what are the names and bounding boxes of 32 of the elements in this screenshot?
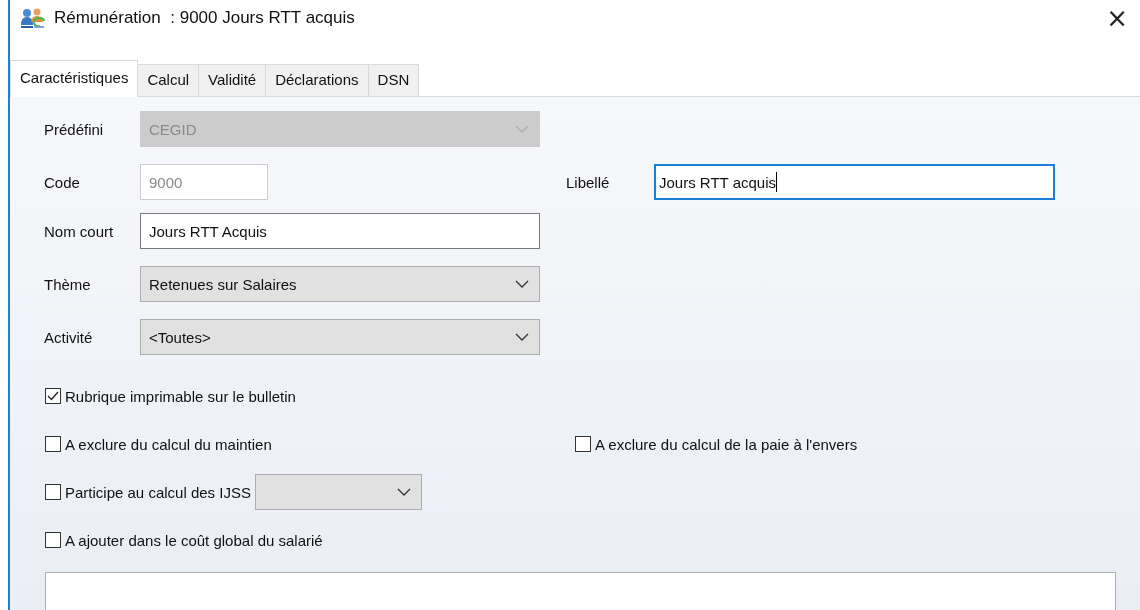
checkbox[interactable] [45, 484, 61, 500]
field-label: Prédéfini [43, 120, 105, 138]
checkbox-label: Rubrique imprimable sur le bulletin [65, 387, 296, 405]
checkbox-label: A exclure du calcul du maintien [65, 435, 272, 453]
field-label: Nom court [43, 222, 115, 240]
chevron-down-icon [515, 125, 529, 133]
dropdown[interactable]: Retenues sur Salaires [140, 266, 540, 302]
checkbox-label: A ajouter dans le coût global du salarié [65, 531, 323, 549]
tab[interactable]: DSN [367, 64, 420, 96]
dropdown[interactable]: <Toutes> [140, 319, 540, 355]
field-label: Code [43, 173, 81, 191]
field-label: Thème [43, 275, 92, 293]
chevron-down-icon [515, 280, 529, 288]
checkbox[interactable] [45, 436, 61, 452]
tab[interactable]: Caractéristiques [10, 60, 139, 97]
checkbox-label: A exclure du calcul de la paie à l'envers [595, 435, 858, 453]
checkbox-label: Participe au calcul des IJSS [65, 483, 251, 501]
tab[interactable]: Calcul [137, 64, 200, 96]
tab[interactable]: Validité [198, 64, 267, 96]
field-label: Activité [43, 328, 94, 346]
chevron-down-icon [515, 333, 529, 341]
checkbox[interactable] [575, 436, 591, 452]
checkbox[interactable] [45, 532, 61, 548]
field-label: Libellé [565, 173, 611, 191]
chevron-down-icon [396, 488, 411, 496]
input-field[interactable]: Jours RTT acquis [654, 164, 1055, 200]
people-icon [20, 7, 46, 29]
window-title: Rémunération : 9000 Jours RTT acquis [54, 8, 356, 28]
input-field[interactable]: Jours RTT Acquis [140, 213, 540, 249]
close-button[interactable]: × [1100, 5, 1134, 31]
checkbox[interactable] [45, 388, 61, 404]
tab[interactable]: Déclarations [265, 64, 369, 96]
